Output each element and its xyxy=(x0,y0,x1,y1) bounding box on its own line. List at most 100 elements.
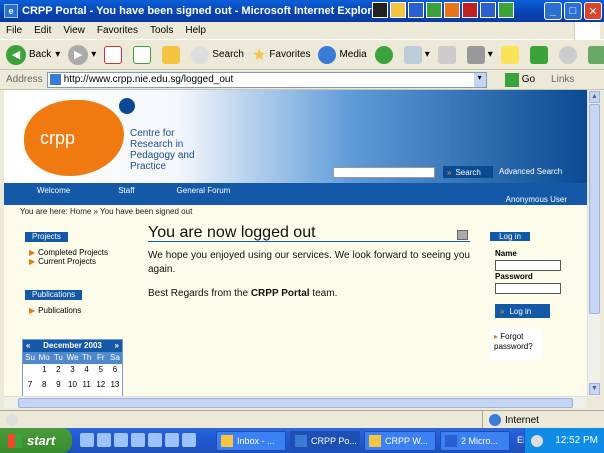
nav-welcome[interactable]: Welcome xyxy=(37,186,70,195)
next-month-icon[interactable]: » xyxy=(115,340,119,352)
menu-bar: File Edit View Favorites Tools Help xyxy=(0,22,604,40)
stop-button[interactable] xyxy=(104,45,125,64)
scroll-thumb[interactable] xyxy=(589,104,600,314)
search-button[interactable]: Search xyxy=(191,45,244,64)
windows-flag-icon xyxy=(8,433,22,448)
go-arrow-icon xyxy=(504,72,519,87)
back-button[interactable]: ◀ Back ▾ xyxy=(6,44,60,65)
calendar-weekdays: Su Mo Tu We Th Fr Sa xyxy=(23,352,122,364)
print-button[interactable] xyxy=(437,45,459,64)
scroll-up-icon[interactable]: ▲ xyxy=(589,91,600,103)
horizontal-scrollbar[interactable] xyxy=(4,396,587,408)
password-input[interactable] xyxy=(495,283,561,294)
logo-text: crpp xyxy=(40,128,76,148)
media-button[interactable]: Media xyxy=(318,45,367,64)
edit-icon xyxy=(466,45,485,64)
tray-icon[interactable] xyxy=(531,434,543,447)
app-icon[interactable] xyxy=(114,433,128,447)
menu-favorites[interactable]: Favorites xyxy=(97,25,138,36)
sidebar-item-current-projects[interactable]: ▶ Current Projects xyxy=(29,257,96,266)
advanced-search-link[interactable]: Advanced Search xyxy=(499,167,562,176)
page-icon xyxy=(49,74,61,85)
maximize-button[interactable]: □ xyxy=(564,2,582,20)
dropdown-icon[interactable]: ▾ xyxy=(488,49,493,60)
forgot-password-link[interactable]: ▸ Forgot password? xyxy=(490,328,542,360)
sidebar-item-publications[interactable]: ▶ Publications xyxy=(29,306,81,315)
links-button[interactable]: Links xyxy=(551,74,574,85)
print-icon xyxy=(437,45,456,64)
menu-file[interactable]: File xyxy=(6,25,22,36)
favorites-button[interactable]: ★ Favorites xyxy=(252,45,310,65)
app-icon[interactable] xyxy=(131,433,145,447)
site-search-input[interactable] xyxy=(333,167,435,178)
history-button[interactable] xyxy=(374,45,396,64)
dropdown-icon[interactable]: ▾ xyxy=(91,49,96,60)
desktop-icon[interactable] xyxy=(97,433,111,447)
scroll-down-icon[interactable]: ▼ xyxy=(589,383,600,395)
window-title: CRPP Portal - You have been signed out -… xyxy=(22,5,383,17)
login-button[interactable]: » Log in xyxy=(495,304,550,318)
menu-edit[interactable]: Edit xyxy=(34,25,51,36)
dropdown-icon[interactable]: ▾ xyxy=(55,49,60,60)
address-dropdown-icon[interactable]: ▾ xyxy=(473,72,486,87)
print-icon[interactable] xyxy=(457,230,468,240)
site-search-button[interactable]: » Search xyxy=(443,166,493,178)
nav-staff[interactable]: Staff xyxy=(118,186,134,195)
password-label: Password xyxy=(495,272,533,281)
app-icon[interactable] xyxy=(426,2,442,18)
sidebar-item-completed-projects[interactable]: ▶ Completed Projects xyxy=(29,248,108,257)
messenger-icon xyxy=(558,45,577,64)
app-icon[interactable] xyxy=(444,2,460,18)
ie-icon[interactable] xyxy=(80,433,94,447)
people-button[interactable] xyxy=(587,45,604,64)
clock[interactable]: 12:52 PM xyxy=(555,435,598,446)
arrow-icon: » xyxy=(447,167,452,177)
word-icon[interactable] xyxy=(408,2,424,18)
go-button[interactable]: Go xyxy=(504,72,535,87)
close-button[interactable]: ✕ xyxy=(584,2,602,20)
title-tray-icons xyxy=(372,2,514,18)
dropdown-icon[interactable]: ▾ xyxy=(425,49,430,60)
ie-icon: e xyxy=(4,4,18,18)
edit-button[interactable]: ▾ xyxy=(466,45,493,64)
prev-month-icon[interactable]: « xyxy=(26,340,30,352)
history-icon xyxy=(374,45,393,64)
people-icon xyxy=(587,45,604,64)
start-button[interactable]: start xyxy=(0,428,72,453)
login-header: Log in xyxy=(490,232,530,241)
logout-message: We hope you enjoyed using our services. … xyxy=(148,250,470,275)
menu-view[interactable]: View xyxy=(63,25,85,36)
task-crpp-folder[interactable]: CRPP W... xyxy=(364,431,436,451)
task-crpp-portal[interactable]: CRPP Po... xyxy=(290,431,360,451)
app-icon[interactable] xyxy=(480,2,496,18)
minimize-button[interactable]: _ xyxy=(544,2,562,20)
page-title: You are now logged out xyxy=(148,224,316,241)
menu-tools[interactable]: Tools xyxy=(150,25,173,36)
notes-button[interactable] xyxy=(500,45,522,64)
messenger-button[interactable] xyxy=(558,45,580,64)
scroll-thumb[interactable] xyxy=(18,398,573,408)
app-icon[interactable] xyxy=(165,433,179,447)
forward-button[interactable]: ▶ ▾ xyxy=(68,44,96,65)
nav-general-forum[interactable]: General Forum xyxy=(177,186,231,195)
task-word[interactable]: 2 Micro... xyxy=(440,431,510,451)
menu-help[interactable]: Help xyxy=(185,25,206,36)
home-button[interactable] xyxy=(162,45,183,64)
app-icon[interactable] xyxy=(462,2,478,18)
mail-button[interactable]: ▾ xyxy=(403,45,430,64)
refresh-button[interactable] xyxy=(133,45,154,64)
app-icon[interactable] xyxy=(182,433,196,447)
app-icon[interactable] xyxy=(390,2,406,18)
task-inbox[interactable]: Inbox - ... xyxy=(216,431,286,451)
arrow-icon: ▶ xyxy=(29,248,36,257)
app-icon[interactable] xyxy=(498,2,514,18)
app-icon[interactable] xyxy=(372,2,388,18)
windows-flag-icon xyxy=(574,22,600,40)
home-icon xyxy=(162,45,181,64)
address-input[interactable]: http://www.crpp.nie.edu.sg/logged_out ▾ xyxy=(46,71,487,88)
research-button[interactable] xyxy=(529,45,551,64)
name-input[interactable] xyxy=(495,260,561,271)
app-icon[interactable] xyxy=(148,433,162,447)
ie-icon xyxy=(295,435,307,447)
vertical-scrollbar[interactable]: ▲ ▼ xyxy=(587,90,600,396)
